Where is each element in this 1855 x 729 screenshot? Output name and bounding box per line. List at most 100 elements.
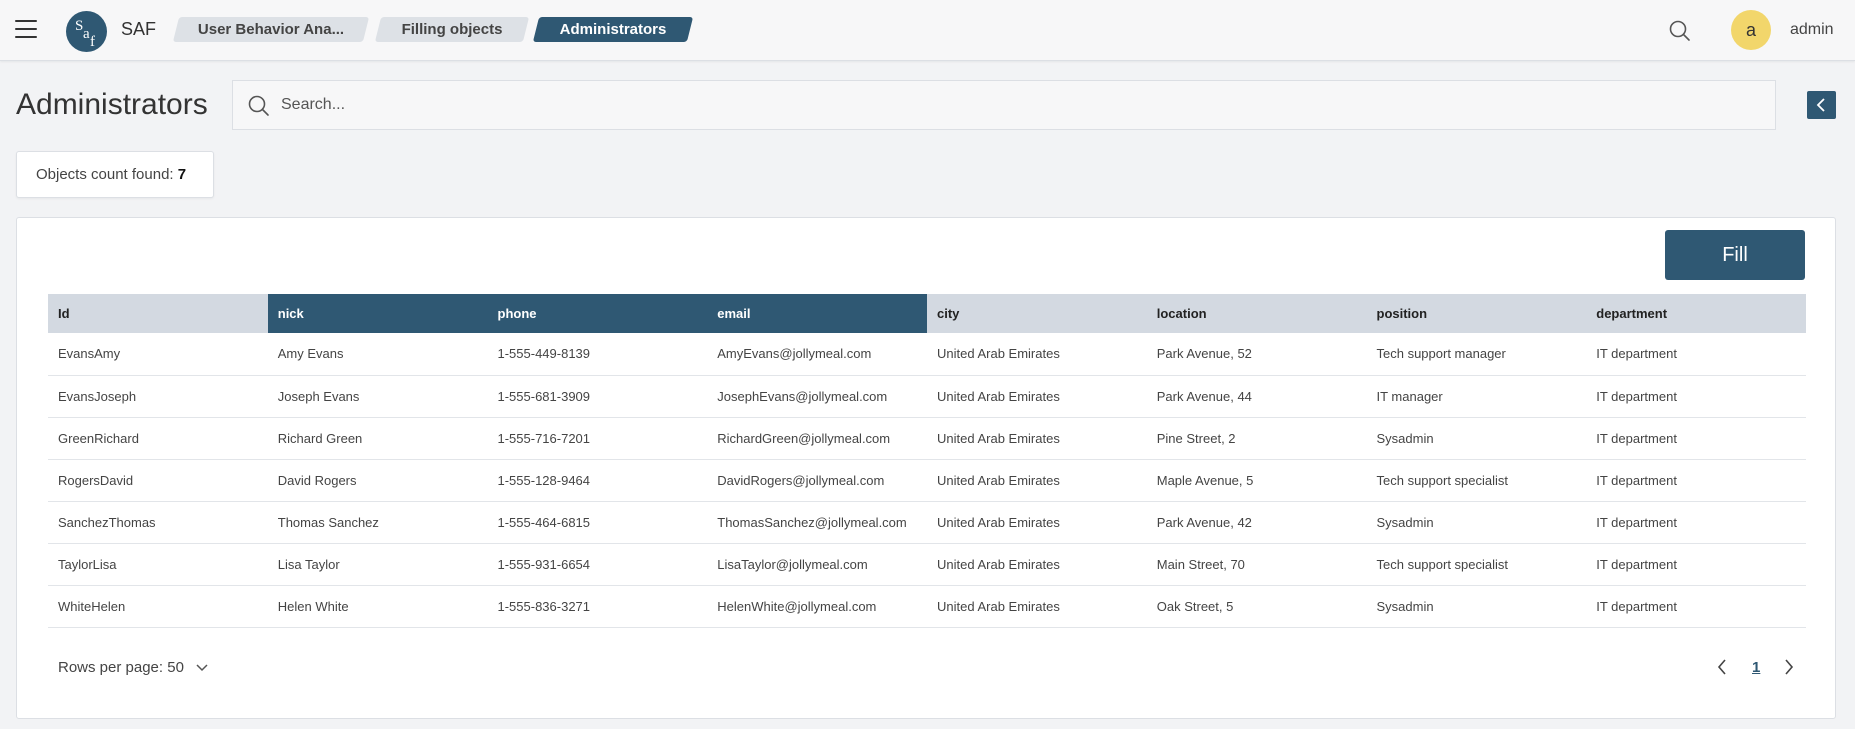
column-header-city[interactable]: city [927, 294, 1147, 333]
cell-nick: Amy Evans [267, 333, 488, 376]
column-header-location[interactable]: location [1146, 294, 1367, 333]
username[interactable]: admin [1790, 21, 1834, 39]
avatar[interactable]: a [1731, 10, 1771, 50]
search-icon[interactable] [1668, 19, 1692, 43]
cell-location: Park Avenue, 52 [1146, 333, 1367, 376]
cell-phone: 1-555-716-7201 [487, 417, 708, 460]
column-header-phone[interactable]: phone [487, 294, 708, 333]
cell-phone: 1-555-681-3909 [487, 375, 708, 418]
collapse-panel-button[interactable] [1807, 91, 1836, 119]
table-row[interactable]: TaylorLisa Lisa Taylor 1-555-931-6654 Li… [48, 543, 1806, 586]
cell-nick: Helen White [267, 585, 488, 628]
cell-location: Main Street, 70 [1146, 543, 1367, 586]
cell-email: RichardGreen@jollymeal.com [707, 417, 927, 460]
objects-count-card: Objects count found: 7 [16, 151, 214, 198]
table-row[interactable]: GreenRichard Richard Green 1-555-716-720… [48, 417, 1806, 460]
column-header-id[interactable]: Id [48, 294, 268, 333]
cell-email: AmyEvans@jollymeal.com [707, 333, 927, 376]
search-bar [232, 80, 1776, 130]
cell-position: Tech support specialist [1366, 459, 1587, 502]
svg-text:a: a [83, 26, 90, 42]
page-number[interactable]: 1 [1752, 659, 1760, 676]
cell-phone: 1-555-128-9464 [487, 459, 708, 502]
results-table: Id nick phone email city location positi… [48, 294, 1806, 628]
cell-city: United Arab Emirates [927, 501, 1147, 544]
cell-nick: Richard Green [267, 417, 488, 460]
cell-city: United Arab Emirates [927, 585, 1147, 628]
cell-phone: 1-555-931-6654 [487, 543, 708, 586]
breadcrumb-item-filling-objects[interactable]: Filling objects [378, 17, 526, 42]
table-row[interactable]: EvansAmy Amy Evans 1-555-449-8139 AmyEva… [48, 333, 1806, 376]
table-row[interactable]: WhiteHelen Helen White 1-555-836-3271 He… [48, 585, 1806, 628]
cell-department: IT department [1586, 585, 1806, 628]
cell-phone: 1-555-464-6815 [487, 501, 708, 544]
table-row[interactable]: EvansJoseph Joseph Evans 1-555-681-3909 … [48, 375, 1806, 418]
rows-per-page-label: Rows per page: 50 [58, 659, 184, 676]
rows-per-page-select[interactable]: Rows per page: 50 [58, 659, 208, 676]
cell-position: Sysadmin [1366, 417, 1587, 460]
cell-email: DavidRogers@jollymeal.com [707, 459, 927, 502]
chevron-right-icon[interactable] [1784, 659, 1794, 680]
breadcrumb-item-administrators[interactable]: Administrators [536, 17, 690, 42]
column-header-email[interactable]: email [707, 294, 927, 333]
objects-count-value: 7 [177, 166, 187, 183]
column-header-nick[interactable]: nick [267, 294, 488, 333]
cell-nick: Thomas Sanchez [267, 501, 488, 544]
cell-position: Sysadmin [1366, 585, 1587, 628]
column-header-department[interactable]: department [1586, 294, 1806, 333]
cell-department: IT department [1586, 417, 1806, 460]
cell-id: RogersDavid [48, 459, 268, 502]
cell-location: Maple Avenue, 5 [1146, 459, 1367, 502]
cell-location: Pine Street, 2 [1146, 417, 1367, 460]
cell-department: IT department [1586, 375, 1806, 418]
fill-button[interactable]: Fill [1665, 230, 1805, 280]
chevron-left-icon[interactable] [1717, 659, 1727, 680]
table-header-row: Id nick phone email city location positi… [48, 294, 1806, 333]
cell-email: JosephEvans@jollymeal.com [707, 375, 927, 418]
cell-location: Oak Street, 5 [1146, 585, 1367, 628]
cell-city: United Arab Emirates [927, 375, 1147, 418]
chevron-left-icon [1816, 98, 1825, 112]
page-title: Administrators [16, 88, 208, 121]
cell-location: Park Avenue, 44 [1146, 375, 1367, 418]
cell-nick: Joseph Evans [267, 375, 488, 418]
cell-city: United Arab Emirates [927, 543, 1147, 586]
cell-city: United Arab Emirates [927, 333, 1147, 376]
cell-id: EvansAmy [48, 333, 268, 376]
cell-city: United Arab Emirates [927, 459, 1147, 502]
cell-department: IT department [1586, 501, 1806, 544]
cell-id: WhiteHelen [48, 585, 268, 628]
cell-location: Park Avenue, 42 [1146, 501, 1367, 544]
app-name: SAF [121, 19, 157, 39]
cell-id: GreenRichard [48, 417, 268, 460]
search-input[interactable] [281, 81, 1761, 129]
table-row[interactable]: SanchezThomas Thomas Sanchez 1-555-464-6… [48, 501, 1806, 544]
search-icon [247, 94, 271, 118]
cell-nick: Lisa Taylor [267, 543, 488, 586]
top-bar: S a f SAF User Behavior Ana... Filling o… [0, 0, 1855, 61]
cell-email: ThomasSanchez@jollymeal.com [707, 501, 927, 544]
cell-email: LisaTaylor@jollymeal.com [707, 543, 927, 586]
cell-department: IT department [1586, 459, 1806, 502]
breadcrumb-item-user-behavior[interactable]: User Behavior Ana... [176, 17, 366, 42]
svg-text:f: f [90, 34, 95, 50]
results-panel: Fill Id nick phone email city location p… [16, 217, 1836, 719]
objects-count-label: Objects count found: [36, 166, 174, 183]
cell-position: Sysadmin [1366, 501, 1587, 544]
table-row[interactable]: RogersDavid David Rogers 1-555-128-9464 … [48, 459, 1806, 502]
cell-phone: 1-555-449-8139 [487, 333, 708, 376]
cell-position: Tech support specialist [1366, 543, 1587, 586]
saf-logo[interactable]: S a f [66, 11, 107, 52]
cell-position: IT manager [1366, 375, 1587, 418]
hamburger-icon[interactable] [15, 20, 37, 38]
column-header-position[interactable]: position [1366, 294, 1587, 333]
cell-id: TaylorLisa [48, 543, 268, 586]
cell-department: IT department [1586, 543, 1806, 586]
cell-nick: David Rogers [267, 459, 488, 502]
cell-id: SanchezThomas [48, 501, 268, 544]
cell-city: United Arab Emirates [927, 417, 1147, 460]
cell-department: IT department [1586, 333, 1806, 376]
cell-email: HelenWhite@jollymeal.com [707, 585, 927, 628]
cell-position: Tech support manager [1366, 333, 1587, 376]
cell-phone: 1-555-836-3271 [487, 585, 708, 628]
